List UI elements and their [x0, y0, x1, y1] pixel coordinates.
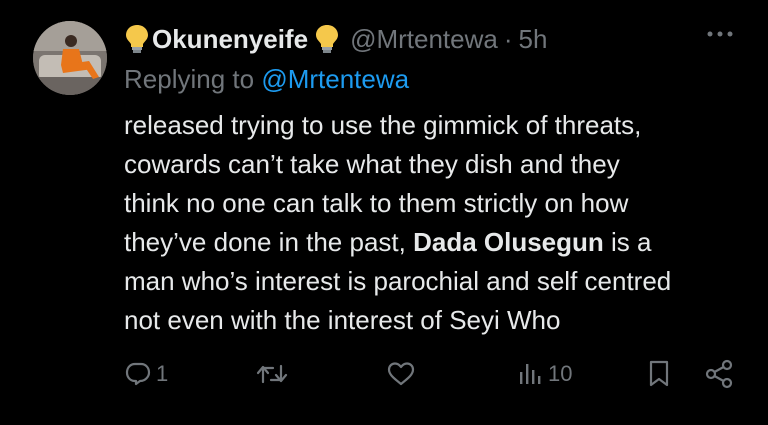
heart-icon [387, 362, 415, 386]
avatar-image [33, 21, 107, 95]
analytics-icon [520, 364, 541, 384]
tweet-text-line: they’ve done in the past, Dada Olusegun … [124, 223, 754, 262]
tweet-text-line: not even with the interest of Seyi Who [124, 305, 561, 335]
separator-dot: · [503, 23, 513, 54]
lightbulb-icon [314, 23, 340, 55]
tweet-text-line: man who’s interest is parochial and self… [124, 266, 672, 296]
retweet-button[interactable] [255, 352, 293, 396]
tweet-text-line: think no one can talk to them strictly o… [124, 188, 629, 218]
tweet-text-line: cowards can’t take what they dish and th… [124, 149, 620, 179]
tweet-header: Okunenyeife @Mrtentewa · 5h [124, 20, 547, 58]
timestamp[interactable]: 5h [519, 24, 548, 55]
more-options-button[interactable] [704, 26, 736, 42]
share-icon [705, 359, 733, 389]
bookmark-icon [649, 360, 669, 387]
action-bar: 1 10 [0, 352, 768, 396]
lightbulb-icon [124, 23, 150, 55]
more-horizontal-icon [707, 31, 733, 37]
tweet-text-segment: is a [603, 227, 652, 257]
tweet-text: released trying to use the gimmick of th… [124, 106, 754, 340]
bookmark-button[interactable] [646, 352, 672, 396]
tweet-text-line: released trying to use the gimmick of th… [124, 110, 642, 140]
avatar[interactable] [33, 21, 107, 95]
replying-to-label: Replying to [124, 64, 255, 94]
comment-icon [125, 362, 151, 386]
views-button[interactable]: 10 [516, 352, 572, 396]
like-button[interactable] [386, 352, 420, 396]
reply-button[interactable]: 1 [124, 352, 168, 396]
share-button[interactable] [704, 352, 734, 396]
replying-to: Replying to @Mrtentewa [124, 64, 409, 95]
replying-to-mention[interactable]: @Mrtentewa [261, 64, 409, 94]
views-count: 10 [548, 361, 573, 386]
tweet-text-segment: they’ve done in the past, [124, 227, 414, 257]
author-handle[interactable]: @Mrtentewa [350, 24, 498, 55]
bold-name: Dada Olusegun [413, 227, 604, 257]
retweet-icon [256, 364, 288, 384]
reply-count: 1 [156, 361, 169, 386]
author-name[interactable]: Okunenyeife [152, 24, 308, 55]
